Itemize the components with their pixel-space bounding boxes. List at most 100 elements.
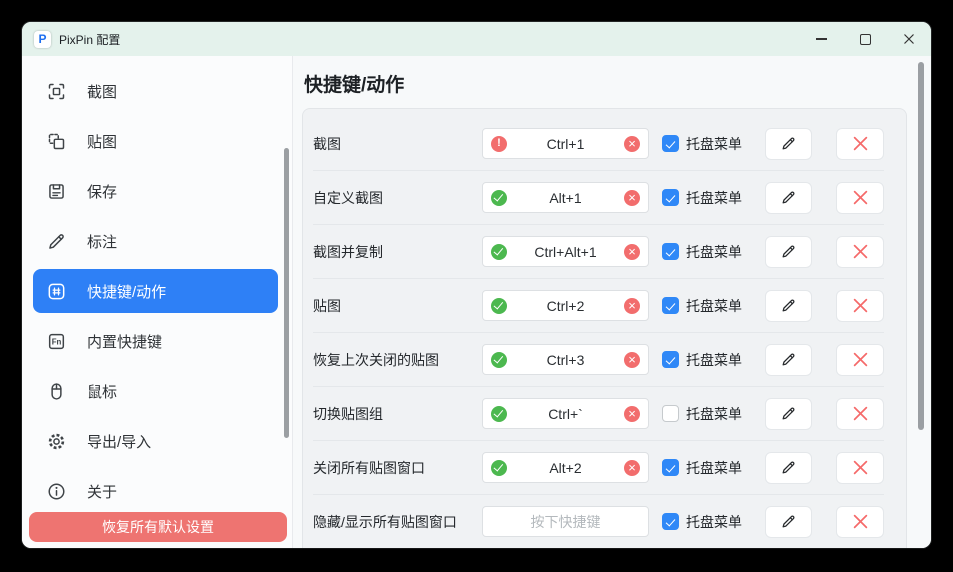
hotkey-row: 自定义截图 Alt+1 托盘菜单 bbox=[313, 171, 884, 225]
delete-hotkey-button[interactable] bbox=[836, 452, 884, 484]
pin-image-icon bbox=[45, 130, 67, 152]
sidebar-item-label: 导出/导入 bbox=[87, 431, 151, 452]
hotkey-status-icon bbox=[491, 136, 507, 152]
delete-hotkey-button[interactable] bbox=[836, 236, 884, 268]
mouse-icon bbox=[45, 380, 67, 402]
maximize-icon bbox=[860, 34, 871, 45]
tray-menu-checkbox[interactable] bbox=[662, 351, 679, 368]
tray-menu-checkbox[interactable] bbox=[662, 405, 679, 422]
pencil-icon bbox=[780, 243, 797, 260]
hotkey-input[interactable]: Alt+1 bbox=[482, 182, 649, 213]
minimize-button[interactable] bbox=[799, 22, 843, 56]
hotkey-status-icon bbox=[491, 460, 507, 476]
sidebar-item-pin-image[interactable]: 贴图 bbox=[33, 119, 278, 163]
tray-menu-checkbox[interactable] bbox=[662, 243, 679, 260]
hotkey-input[interactable]: 按下快捷键 bbox=[482, 506, 649, 537]
tray-menu-checkbox[interactable] bbox=[662, 459, 679, 476]
delete-hotkey-button[interactable] bbox=[836, 506, 884, 538]
sidebar-item-label: 截图 bbox=[87, 81, 117, 102]
tray-menu-option: 托盘菜单 bbox=[662, 188, 742, 208]
pencil-icon bbox=[780, 297, 797, 314]
delete-hotkey-button[interactable] bbox=[836, 182, 884, 214]
hotkey-input[interactable]: Ctrl+3 bbox=[482, 344, 649, 375]
hotkey-row: 隐藏/显示所有贴图窗口 按下快捷键 托盘菜单 bbox=[313, 495, 884, 548]
pencil-icon bbox=[780, 135, 797, 152]
clear-hotkey-icon[interactable] bbox=[624, 190, 640, 206]
tray-menu-checkbox[interactable] bbox=[662, 513, 679, 530]
sidebar-item-hotkeys-actions[interactable]: 快捷键/动作 bbox=[33, 269, 278, 313]
reset-defaults-button[interactable]: 恢复所有默认设置 bbox=[29, 512, 287, 542]
hotkey-status-icon bbox=[491, 352, 507, 368]
action-label: 截图并复制 bbox=[313, 242, 482, 262]
hotkey-status-icon bbox=[491, 244, 507, 260]
clear-hotkey-icon[interactable] bbox=[624, 244, 640, 260]
edit-hotkey-button[interactable] bbox=[765, 506, 812, 538]
sidebar-item-annotate[interactable]: 标注 bbox=[33, 219, 278, 263]
sidebar-item-about[interactable]: 关于 bbox=[33, 469, 278, 513]
hotkey-input[interactable]: Ctrl+Alt+1 bbox=[482, 236, 649, 267]
delete-hotkey-button[interactable] bbox=[836, 344, 884, 376]
close-button[interactable] bbox=[887, 22, 931, 56]
edit-hotkey-button[interactable] bbox=[765, 398, 812, 430]
main-content: 快捷键/动作 截图 Ctrl+1 托盘菜单 bbox=[293, 56, 931, 548]
tray-menu-label: 托盘菜单 bbox=[686, 350, 742, 370]
window-controls bbox=[799, 22, 931, 56]
sidebar-item-save[interactable]: 保存 bbox=[33, 169, 278, 213]
clear-hotkey-icon[interactable] bbox=[624, 406, 640, 422]
hotkey-input[interactable]: Alt+2 bbox=[482, 452, 649, 483]
sidebar-item-export-import[interactable]: 导出/导入 bbox=[33, 419, 278, 463]
delete-hotkey-button[interactable] bbox=[836, 290, 884, 322]
tray-menu-label: 托盘菜单 bbox=[686, 188, 742, 208]
action-label: 关闭所有贴图窗口 bbox=[313, 458, 482, 478]
hotkey-input[interactable]: Ctrl+1 bbox=[482, 128, 649, 159]
tray-menu-checkbox[interactable] bbox=[662, 135, 679, 152]
tray-menu-checkbox[interactable] bbox=[662, 189, 679, 206]
hotkey-input[interactable]: Ctrl+2 bbox=[482, 290, 649, 321]
hotkey-value: Ctrl+1 bbox=[547, 136, 585, 152]
hotkey-status-icon bbox=[491, 298, 507, 314]
content-scrollbar-thumb[interactable] bbox=[918, 62, 924, 430]
sidebar: 截图 贴图 保存 bbox=[22, 56, 293, 548]
edit-hotkey-button[interactable] bbox=[765, 344, 812, 376]
tray-menu-option: 托盘菜单 bbox=[662, 134, 742, 154]
hotkey-value: Ctrl+3 bbox=[547, 352, 585, 368]
sidebar-item-builtin-hotkeys[interactable]: Fn 内置快捷键 bbox=[33, 319, 278, 363]
tray-menu-label: 托盘菜单 bbox=[686, 242, 742, 262]
edit-hotkey-button[interactable] bbox=[765, 236, 812, 268]
pencil-icon bbox=[780, 405, 797, 422]
hotkey-row: 截图 Ctrl+1 托盘菜单 bbox=[313, 117, 884, 171]
pencil-icon bbox=[780, 513, 797, 530]
clear-hotkey-icon[interactable] bbox=[624, 460, 640, 476]
sidebar-scrollbar-thumb[interactable] bbox=[284, 148, 289, 438]
tray-menu-checkbox[interactable] bbox=[662, 297, 679, 314]
sidebar-item-mouse[interactable]: 鼠标 bbox=[33, 369, 278, 413]
action-label: 截图 bbox=[313, 134, 482, 154]
tray-menu-label: 托盘菜单 bbox=[686, 134, 742, 154]
close-icon bbox=[903, 33, 915, 45]
sidebar-item-screenshot[interactable]: 截图 bbox=[33, 69, 278, 113]
sidebar-item-label: 内置快捷键 bbox=[87, 331, 162, 352]
sidebar-item-label: 贴图 bbox=[87, 131, 117, 152]
edit-hotkey-button[interactable] bbox=[765, 290, 812, 322]
delete-x-icon bbox=[853, 244, 868, 259]
hotkey-value: Alt+2 bbox=[549, 460, 581, 476]
hotkey-input[interactable]: Ctrl+` bbox=[482, 398, 649, 429]
clear-hotkey-icon[interactable] bbox=[624, 298, 640, 314]
delete-x-icon bbox=[853, 406, 868, 421]
maximize-button[interactable] bbox=[843, 22, 887, 56]
hotkey-status-icon bbox=[491, 190, 507, 206]
edit-hotkey-button[interactable] bbox=[765, 128, 812, 160]
tray-menu-option: 托盘菜单 bbox=[662, 242, 742, 262]
clear-hotkey-icon[interactable] bbox=[624, 136, 640, 152]
clear-hotkey-icon[interactable] bbox=[624, 352, 640, 368]
action-label: 隐藏/显示所有贴图窗口 bbox=[313, 512, 482, 532]
tray-menu-option: 托盘菜单 bbox=[662, 458, 742, 478]
delete-x-icon bbox=[853, 352, 868, 367]
page-title: 快捷键/动作 bbox=[304, 70, 404, 97]
delete-hotkey-button[interactable] bbox=[836, 128, 884, 160]
hotkey-value: Ctrl+` bbox=[548, 406, 583, 422]
edit-hotkey-button[interactable] bbox=[765, 452, 812, 484]
titlebar: P PixPin 配置 bbox=[22, 22, 931, 56]
edit-hotkey-button[interactable] bbox=[765, 182, 812, 214]
delete-hotkey-button[interactable] bbox=[836, 398, 884, 430]
